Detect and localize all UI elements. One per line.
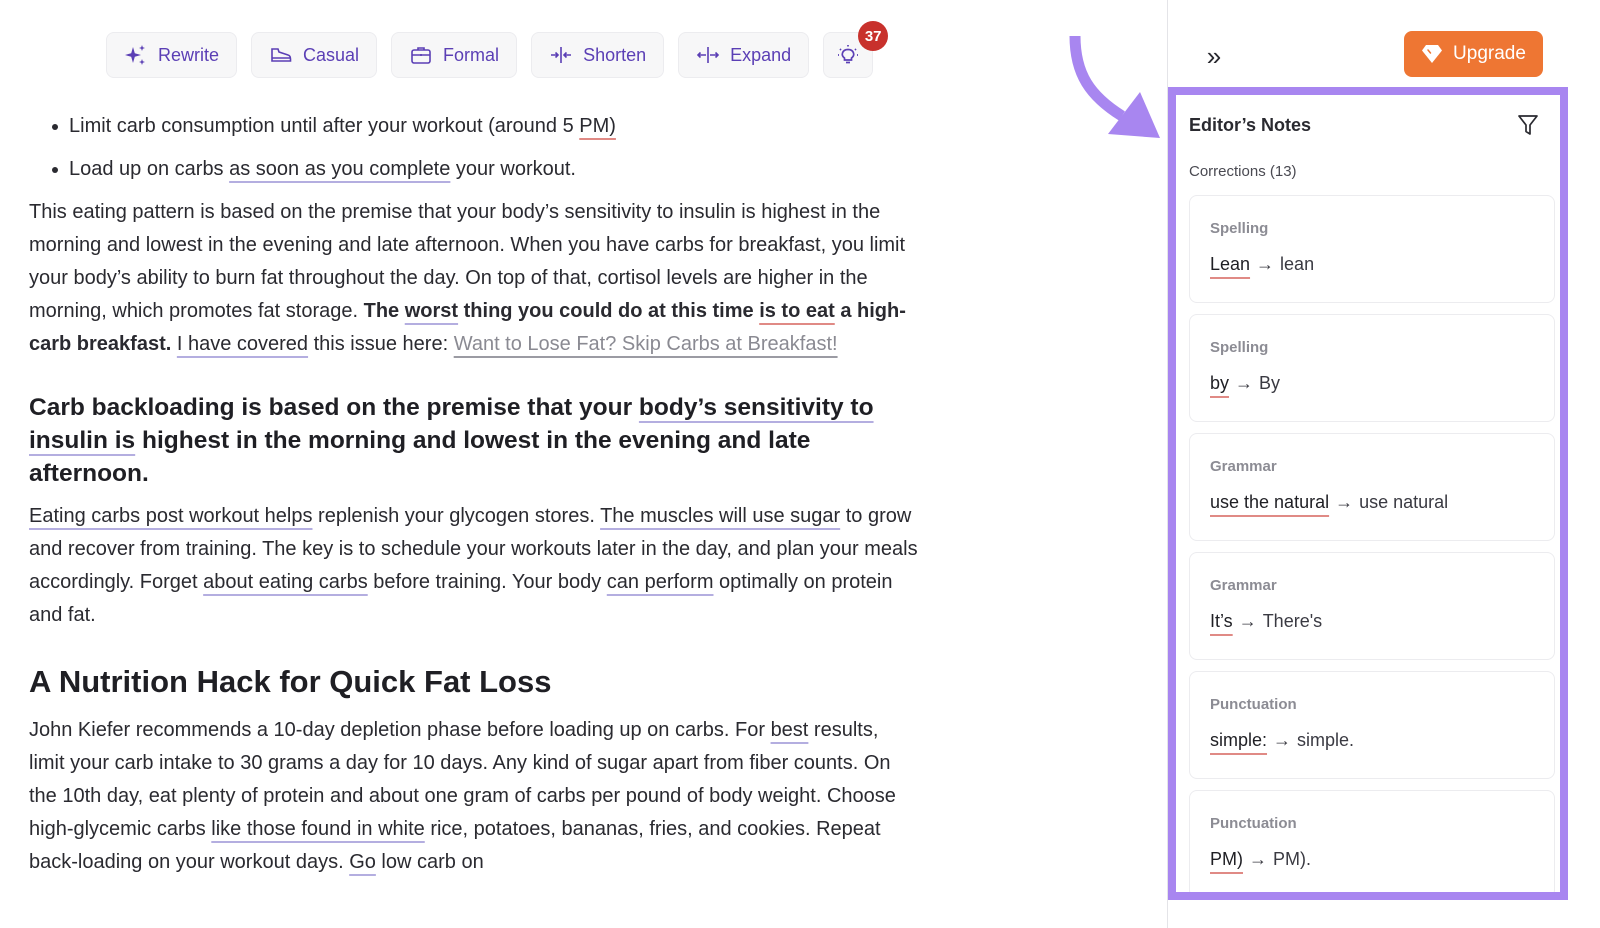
flagged-text[interactable]: is to eat [759,300,835,322]
section-heading: A Nutrition Hack for Quick Fat Loss [29,664,552,699]
list-item: Limit carb consumption until after your … [49,110,919,143]
correction-card[interactable]: Grammar use the natural → use natural [1189,433,1555,541]
sparkles-icon [125,45,145,65]
correction-type: Grammar [1210,577,1277,594]
formal-button[interactable]: Formal [391,32,518,78]
suggested-fix: PM). [1273,849,1311,869]
original-text: use the natural [1210,492,1330,512]
text: thing you could do at this time [458,300,760,322]
panel-title: Editor’s Notes [1189,115,1312,135]
suggested-text[interactable]: like those found in white [211,818,424,840]
sneaker-icon [271,48,292,62]
correction-card[interactable]: Punctuation simple: → simple. [1189,671,1555,779]
article-link[interactable]: Want to Lose Fat? Skip Carbs at Breakfas… [454,333,838,355]
ideas-button[interactable]: 37 [823,21,889,78]
correction-type: Spelling [1210,220,1269,237]
correction-card[interactable]: Spelling Lean → lean [1189,195,1555,303]
rewrite-toolbar: Rewrite Casual Formal Shorten Expand 37 [106,21,889,78]
correction-card[interactable]: Spelling by → By [1189,314,1555,422]
upgrade-button[interactable]: Upgrade [1404,31,1543,77]
section-subheading: Carb backloading is based on the premise… [29,391,919,490]
flagged-text[interactable]: PM) [579,115,616,137]
suggested-fix: simple. [1297,730,1355,750]
suggested-text[interactable]: worst [405,300,458,322]
text: low carb on [375,851,484,873]
casual-label: Casual [303,44,360,65]
correction-type: Grammar [1210,458,1277,475]
expand-label: Expand [730,44,792,65]
formal-label: Formal [443,44,500,65]
corrections-count: Corrections (13) [1189,163,1297,180]
paragraph: John Kiefer recommends a 10-day depletio… [29,714,919,879]
shorten-label: Shorten [583,44,647,65]
suggested-text[interactable]: I have covered [177,333,308,355]
suggested-fix: There's [1262,611,1323,631]
text: this issue here: [308,333,454,355]
correction-type: Punctuation [1210,696,1297,713]
sidebar: » Upgrade Editor’s Notes Corrections (13… [1167,0,1600,928]
editors-notes-panel: Editor’s Notes Corrections (13) Spelling… [1168,87,1568,900]
document-body[interactable]: Limit carb consumption until after your … [29,110,919,889]
annotation-arrow-icon [1069,35,1160,138]
filter-icon[interactable] [1516,113,1540,137]
arrow-right-icon: → [1235,373,1254,393]
correction-card[interactable]: Punctuation PM) → PM). [1189,790,1555,892]
upgrade-label: Upgrade [1453,43,1526,64]
original-text: Lean [1210,254,1251,274]
shorten-icon [551,47,572,63]
corrections-list: Spelling Lean → lean Spelling by → By Gramma… [1189,195,1555,892]
suggested-text[interactable]: can perform [607,571,714,593]
text: replenish your glycogen stores. [312,505,601,527]
text: John Kiefer recommends a 10-day depletio… [29,719,771,741]
double-chevron-right-icon: » [1206,40,1222,71]
paragraph: Eating carbs post workout helps replenis… [29,500,919,632]
expand-icon [696,47,720,63]
suggested-text[interactable]: about eating carbs [203,571,368,593]
casual-button[interactable]: Casual [251,32,378,78]
original-text: simple: [1210,730,1268,750]
arrow-right-icon: → [1335,492,1354,512]
suggested-text[interactable]: best [771,719,809,741]
original-text: by [1210,373,1230,393]
expand-button[interactable]: Expand [678,32,810,78]
list-item: Load up on carbs as soon as you complete… [49,153,919,186]
original-text: PM) [1210,849,1243,869]
text: highest in the morning and lowest in the… [29,427,811,487]
text: before training. Your body [367,571,607,593]
suggested-text[interactable]: Eating carbs post workout helps [29,505,313,527]
suggested-fix: lean [1280,254,1315,274]
suggested-fix: By [1259,373,1281,393]
diamond-icon [1422,45,1443,63]
correction-type: Punctuation [1210,815,1297,832]
paragraph: This eating pattern is based on the prem… [29,196,919,361]
shorten-button[interactable]: Shorten [531,32,665,78]
collapse-panel-button[interactable]: » [1200,40,1228,72]
text: Limit carb consumption until after your … [69,115,580,137]
lightbulb-icon [838,45,859,64]
briefcase-icon [411,47,431,64]
rewrite-button[interactable]: Rewrite [106,32,238,78]
suggestions-count-badge: 37 [858,21,889,51]
correction-type: Spelling [1210,339,1269,356]
text: The [363,300,405,322]
arrow-right-icon: → [1249,849,1267,869]
arrow-right-icon: → [1238,611,1257,631]
text: Load up on carbs [69,158,230,180]
suggested-text[interactable]: The muscles will use sugar [600,505,840,527]
rewrite-label: Rewrite [158,44,220,65]
suggested-text[interactable]: Go [349,851,376,873]
correction-card[interactable]: Grammar It’s → There's [1189,552,1555,660]
arrow-right-icon: → [1273,730,1292,750]
suggested-fix: use natural [1359,492,1449,512]
original-text: It’s [1210,611,1233,631]
suggested-text[interactable]: as soon as you complete [229,158,450,180]
arrow-right-icon: → [1256,254,1275,274]
bullet-list: Limit carb consumption until after your … [49,110,919,186]
text: your workout. [450,158,576,180]
text: Carb backloading is based on the premise… [29,394,639,421]
